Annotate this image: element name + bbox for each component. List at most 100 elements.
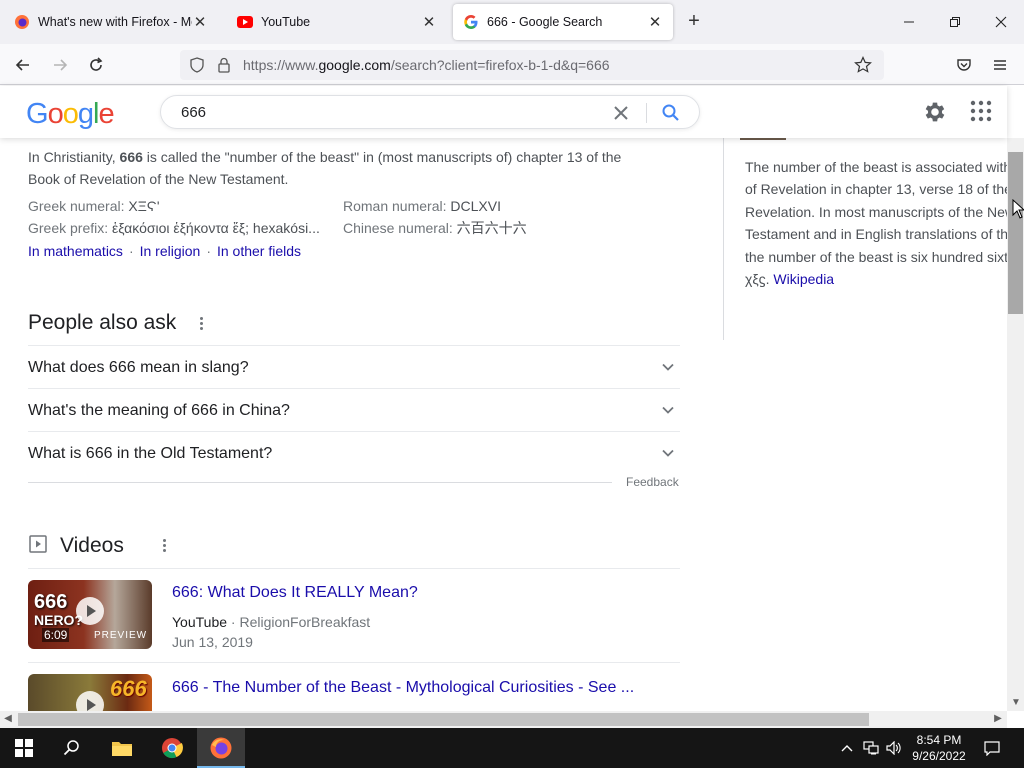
people-also-ask-heading: People also ask <box>28 311 177 334</box>
url-prefix: https://www. <box>243 57 319 73</box>
paa-question[interactable]: What is 666 in the Old Testament? <box>28 431 680 474</box>
lock-icon[interactable] <box>217 57 231 73</box>
scroll-right-arrow-icon[interactable]: ▶ <box>992 713 1004 724</box>
videos-heading: Videos <box>60 534 124 557</box>
youtube-icon <box>237 14 253 30</box>
chevron-up-icon <box>841 745 853 752</box>
notification-icon <box>984 741 1000 756</box>
restore-button[interactable] <box>932 8 978 36</box>
pocket-icon <box>957 59 971 71</box>
horizontal-scroll-thumb[interactable] <box>18 713 869 726</box>
thumbnail-caption: 666 <box>110 676 147 701</box>
action-center-button[interactable] <box>980 728 1004 768</box>
video-title-link[interactable]: 666: What Does It REALLY Mean? <box>172 584 418 602</box>
url-text[interactable]: https://www.google.com/search?client=fir… <box>243 57 610 73</box>
back-button[interactable] <box>10 52 36 78</box>
file-explorer-button[interactable] <box>98 728 146 768</box>
new-tab-button[interactable]: + <box>682 10 706 34</box>
paa-question-text: What's the meaning of 666 in China? <box>28 402 290 419</box>
topic-separator: · <box>128 243 134 259</box>
mouse-cursor-icon <box>1012 199 1024 219</box>
show-hidden-icons-button[interactable] <box>838 728 856 768</box>
topic-links: In mathematics · In religion · In other fiel… <box>28 243 301 259</box>
wikipedia-link[interactable]: Wikipedia <box>773 271 834 287</box>
minimize-icon <box>904 21 914 23</box>
settings-gear-icon[interactable] <box>922 99 948 125</box>
tab-title: YouTube <box>261 15 311 29</box>
shield-icon[interactable] <box>189 57 205 73</box>
scroll-down-arrow-icon[interactable]: ▼ <box>1010 697 1022 708</box>
video-thumbnail[interactable]: 666 NERO? 6:09 PREVIEW <box>28 580 152 649</box>
network-button[interactable] <box>860 728 882 768</box>
topic-link-other-fields[interactable]: In other fields <box>217 243 301 259</box>
video-thumbnail[interactable]: 666 <box>28 674 152 711</box>
play-icon[interactable] <box>76 691 104 711</box>
tab-strip: What's new with Firefox - More ✕ YouTube… <box>0 0 1024 44</box>
video-duration: 6:09 <box>42 628 70 642</box>
close-tab-icon[interactable]: ✕ <box>192 14 208 31</box>
search-input[interactable]: 666 <box>181 104 206 121</box>
paa-question[interactable]: What's the meaning of 666 in China? <box>28 388 680 431</box>
reload-icon <box>90 57 103 71</box>
more-options-icon[interactable] <box>156 536 172 554</box>
overview-description: In Christianity, 666 is called the "numb… <box>28 146 628 190</box>
pocket-button[interactable] <box>951 52 977 78</box>
fact-chinese-numeral: Chinese numeral: 六百六十六 <box>343 220 527 236</box>
knowledge-panel-border <box>723 138 724 340</box>
close-tab-icon[interactable]: ✕ <box>647 14 663 31</box>
firefox-icon <box>210 737 232 759</box>
search-icon[interactable] <box>661 103 681 123</box>
firefox-icon <box>14 14 30 30</box>
feedback-link[interactable]: Feedback <box>626 475 679 489</box>
more-options-icon[interactable] <box>193 314 209 332</box>
play-icon[interactable] <box>76 597 104 625</box>
tab-title: What's new with Firefox - More <box>38 15 192 29</box>
taskbar-search-button[interactable] <box>48 728 96 768</box>
forward-arrow-icon <box>54 59 68 71</box>
desc-text: In Christianity, <box>28 149 120 165</box>
paa-question-text: What is 666 in the Old Testament? <box>28 445 273 462</box>
knowledge-panel-image[interactable] <box>740 138 786 140</box>
chevron-down-icon <box>662 449 674 457</box>
scroll-left-arrow-icon[interactable]: ◀ <box>2 713 14 724</box>
menu-button[interactable] <box>987 52 1013 78</box>
chevron-down-icon <box>662 363 674 371</box>
close-window-button[interactable] <box>978 8 1024 36</box>
start-button[interactable] <box>0 728 48 768</box>
bookmark-star-icon[interactable] <box>854 56 872 74</box>
fact-roman-numeral: Roman numeral: DCLXVI <box>343 198 501 214</box>
paa-question[interactable]: What does 666 mean in slang? <box>28 345 680 388</box>
restore-icon <box>950 17 960 27</box>
tab-youtube[interactable]: YouTube ✕ <box>227 4 447 40</box>
chrome-button[interactable] <box>148 728 196 768</box>
fact-greek-numeral: Greek numeral: ΧΞϚʹ <box>28 198 160 214</box>
firefox-taskbar-button[interactable] <box>197 728 245 768</box>
forward-button[interactable] <box>47 52 73 78</box>
reload-button[interactable] <box>83 52 109 78</box>
url-bar[interactable]: https://www.google.com/search?client=fir… <box>180 50 884 80</box>
video-title-link[interactable]: 666 - The Number of the Beast - Mytholog… <box>172 679 634 697</box>
clear-search-icon[interactable] <box>611 103 631 123</box>
close-tab-icon[interactable]: ✕ <box>421 14 437 31</box>
tab-firefox-whats-new[interactable]: What's new with Firefox - More ✕ <box>4 4 218 40</box>
url-path: /search?client=firefox-b-1-d&q=666 <box>390 57 610 73</box>
close-icon <box>995 16 1007 28</box>
navigation-toolbar: https://www.google.com/search?client=fir… <box>0 44 1024 85</box>
search-results: In Christianity, 666 is called the "numb… <box>0 138 1007 711</box>
google-logo[interactable]: Google <box>26 98 115 131</box>
topic-link-mathematics[interactable]: In mathematics <box>28 243 123 259</box>
topic-link-religion[interactable]: In religion <box>140 243 201 259</box>
tab-google-search[interactable]: 666 - Google Search ✕ <box>453 4 673 40</box>
minimize-button[interactable] <box>886 8 932 36</box>
knowledge-panel-description: The number of the beast is associated wi… <box>745 156 1007 290</box>
kp-line: of Revelation in chapter 13, verse 18 of… <box>745 181 1007 198</box>
divider <box>28 662 680 663</box>
system-clock[interactable]: 8:54 PM 9/26/2022 <box>898 732 980 764</box>
google-apps-icon[interactable] <box>969 99 993 123</box>
kp-line: Testament and in English translations of… <box>745 226 1007 243</box>
windows-logo-icon <box>15 739 33 757</box>
hamburger-menu-icon <box>994 60 1006 70</box>
vertical-scroll-thumb[interactable] <box>1008 152 1023 314</box>
search-box[interactable]: 666 <box>160 95 700 129</box>
preview-label: PREVIEW <box>94 630 148 641</box>
